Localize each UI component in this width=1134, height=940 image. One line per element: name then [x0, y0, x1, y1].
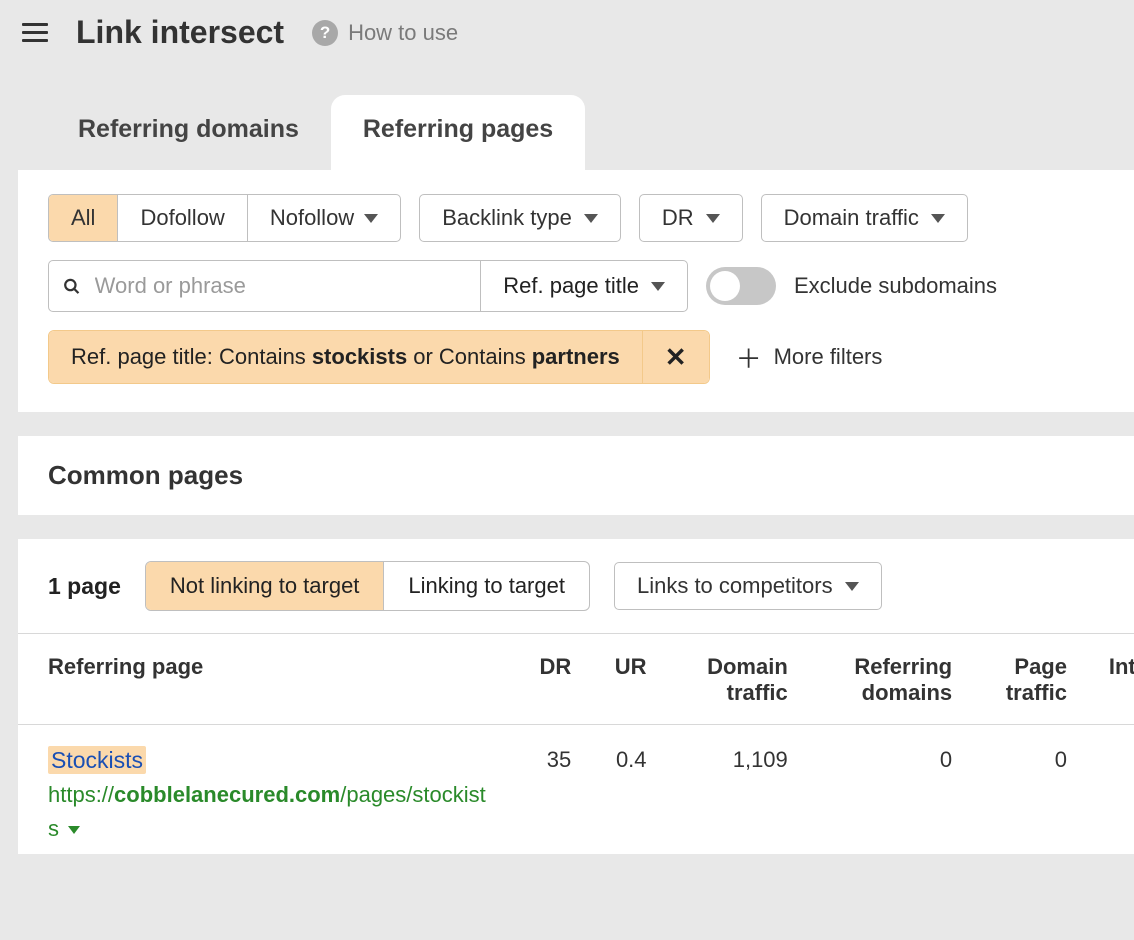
link-target-filter: Not linking to target Linking to target [145, 561, 590, 611]
tabs: Referring domains Referring pages [46, 95, 1116, 170]
results-table: Referring page DR UR Domaintraffic Refer… [18, 633, 1134, 854]
chip-text-prefix: Ref. page title: Contains [71, 344, 306, 370]
more-filters-button[interactable]: ＋ More filters [736, 339, 883, 376]
col-dr[interactable]: DR [508, 634, 583, 725]
chip-text-mid: or Contains [413, 344, 526, 370]
col-referring-page[interactable]: Referring page [18, 634, 508, 725]
search-input[interactable] [91, 261, 467, 311]
table-row: Stockists https://cobblelanecured.com/pa… [18, 725, 1134, 855]
chevron-down-icon [651, 282, 665, 291]
follow-all[interactable]: All [49, 195, 118, 241]
results-panel: 1 page Not linking to target Linking to … [18, 539, 1134, 854]
how-to-use-link[interactable]: ? How to use [312, 20, 458, 46]
tab-referring-domains[interactable]: Referring domains [46, 95, 331, 170]
cell-dr: 35 [508, 725, 583, 855]
chip-term-1: stockists [312, 344, 407, 370]
follow-nofollow[interactable]: Nofollow [248, 195, 400, 241]
url-proto: https:// [48, 782, 114, 807]
exclude-subdomains-label: Exclude subdomains [794, 273, 997, 299]
common-pages-section: Common pages [18, 436, 1134, 515]
how-to-use-label: How to use [348, 20, 458, 46]
backlink-type-filter[interactable]: Backlink type [419, 194, 621, 242]
col-ur[interactable]: UR [583, 634, 658, 725]
cell-ur: 0.4 [583, 725, 658, 855]
col-referring-domains[interactable]: Referringdomains [800, 634, 964, 725]
links-to-competitors-filter[interactable]: Links to competitors [614, 562, 882, 610]
search-group: Ref. page title [48, 260, 688, 312]
col-page-traffic[interactable]: Pagetraffic [964, 634, 1079, 725]
page-count: 1 page [48, 573, 121, 600]
cell-domain-traffic: 1,109 [659, 725, 800, 855]
close-icon: ✕ [665, 342, 687, 373]
not-linking-to-target[interactable]: Not linking to target [146, 562, 385, 610]
remove-filter-button[interactable]: ✕ [642, 331, 709, 383]
follow-nofollow-label: Nofollow [270, 205, 354, 231]
help-icon: ? [312, 20, 338, 46]
chevron-down-icon [845, 582, 859, 591]
search-field-wrap [49, 261, 481, 311]
exclude-subdomains-toggle[interactable] [706, 267, 776, 305]
result-url[interactable]: https://cobblelanecured.com/pages/stocki… [48, 778, 496, 846]
follow-filter: All Dofollow Nofollow [48, 194, 401, 242]
result-title-link[interactable]: Stockists [48, 746, 146, 774]
domain-traffic-label: Domain traffic [784, 205, 919, 231]
chevron-down-icon [931, 214, 945, 223]
menu-icon[interactable] [22, 19, 48, 46]
more-filters-label: More filters [774, 344, 883, 370]
col-intersect[interactable]: Inte [1079, 634, 1134, 725]
filters-panel: All Dofollow Nofollow Backlink type DR D… [18, 170, 1134, 412]
chip-term-2: partners [532, 344, 620, 370]
cell-page-traffic: 0 [964, 725, 1079, 855]
search-scope-dropdown[interactable]: Ref. page title [481, 261, 687, 311]
toggle-knob [710, 271, 740, 301]
chevron-down-icon[interactable] [68, 826, 80, 834]
common-pages-title: Common pages [48, 460, 1118, 491]
active-filter-chip: Ref. page title: Contains stockists or C… [48, 330, 710, 384]
chevron-down-icon [584, 214, 598, 223]
domain-traffic-filter[interactable]: Domain traffic [761, 194, 968, 242]
col-domain-traffic[interactable]: Domaintraffic [659, 634, 800, 725]
tab-referring-pages[interactable]: Referring pages [331, 95, 585, 170]
plus-icon: ＋ [736, 339, 762, 376]
chevron-down-icon [364, 214, 378, 223]
dr-filter[interactable]: DR [639, 194, 743, 242]
filter-chip-body[interactable]: Ref. page title: Contains stockists or C… [49, 331, 642, 383]
follow-dofollow[interactable]: Dofollow [118, 195, 247, 241]
page-title: Link intersect [76, 14, 284, 51]
cell-referring-domains: 0 [800, 725, 964, 855]
dr-label: DR [662, 205, 694, 231]
url-domain: cobblelanecured.com [114, 782, 340, 807]
links-to-competitors-label: Links to competitors [637, 573, 833, 599]
search-icon [63, 277, 81, 296]
linking-to-target[interactable]: Linking to target [384, 562, 589, 610]
backlink-type-label: Backlink type [442, 205, 572, 231]
chevron-down-icon [706, 214, 720, 223]
search-scope-label: Ref. page title [503, 273, 639, 299]
